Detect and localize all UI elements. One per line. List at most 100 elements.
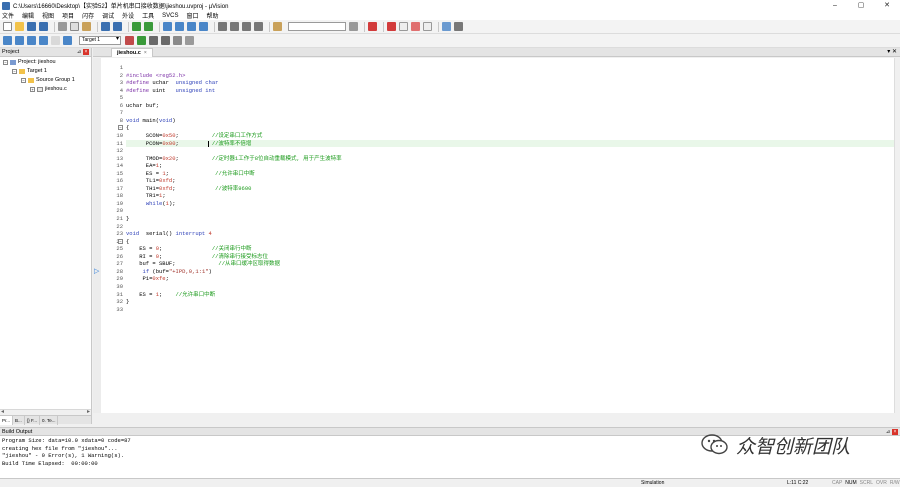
stop-build-icon[interactable] [51,36,60,45]
kill-bp-icon[interactable] [411,22,420,31]
target-select[interactable]: Target 1 [79,36,121,45]
code-line[interactable]: { [126,124,894,132]
indent-icon[interactable] [218,22,227,31]
menu-item-1[interactable]: 编辑 [22,11,34,20]
menu-item-5[interactable]: 调试 [102,11,114,20]
close-icon[interactable]: × [892,429,898,435]
nav-forward-icon[interactable] [144,22,153,31]
pin-icon[interactable]: ⊿ [885,429,891,435]
panel-tab-1[interactable]: B... [13,416,25,425]
code-line[interactable] [126,147,894,155]
disable-bp-icon[interactable] [399,22,408,31]
prev-bookmark-icon[interactable] [175,22,184,31]
find-combo[interactable] [288,22,346,31]
code-line[interactable]: void main(void) [126,117,894,125]
code-line[interactable] [126,306,894,314]
paste-icon[interactable] [82,22,91,31]
code-line[interactable]: buf = SBUF; //从串口缓冲区取得数据 [126,260,894,268]
close-icon[interactable]: × [83,49,89,55]
menu-item-4[interactable]: 闪存 [82,11,94,20]
save-icon[interactable] [27,22,36,31]
code-line[interactable]: SCON=0x50; //设定串口工作方式 [126,132,894,140]
open-icon[interactable] [15,22,24,31]
code-line[interactable]: void serial() interrupt 4 [126,230,894,238]
unindent-icon[interactable] [230,22,239,31]
copy-icon[interactable] [70,22,79,31]
code-line[interactable]: uchar buf; [126,102,894,110]
tree-item-2[interactable]: − Source Group 1 [21,77,75,83]
breakpoint-gutter[interactable]: ▷ [93,58,101,413]
rebuild-icon[interactable] [27,36,36,45]
nav-back-icon[interactable] [132,22,141,31]
tree-item-3[interactable]: + jieshou.c [30,86,67,92]
close-icon[interactable]: ✕ [874,0,900,11]
maximize-icon[interactable]: ▢ [848,0,874,11]
build-icon[interactable] [15,36,24,45]
runtime-env-icon[interactable] [185,36,194,45]
menu-item-3[interactable]: 项目 [62,11,74,20]
panel-tab-3[interactable]: 0. Te... [40,416,59,425]
undo-icon[interactable] [101,22,110,31]
menu-item-6[interactable]: 外设 [122,11,134,20]
code-line[interactable]: TL1=0xfd; [126,177,894,185]
menu-item-2[interactable]: 视图 [42,11,54,20]
code-line[interactable]: if (buf="+IPD,0,1:1") [126,268,894,276]
tab-close-icon[interactable]: × [144,49,147,58]
new-file-icon[interactable] [3,22,12,31]
tree-expander-icon[interactable]: − [12,68,17,74]
panel-tab-0[interactable]: Pr... [0,416,14,425]
tree-expander-icon[interactable]: − [21,77,26,83]
cut-icon[interactable] [58,22,67,31]
select-packs-icon[interactable] [161,36,170,45]
menu-item-10[interactable]: 帮助 [206,11,218,20]
code-line[interactable] [126,94,894,102]
menu-item-7[interactable]: 工具 [142,11,154,20]
tree-item-0[interactable]: − Project: jieshou [3,59,56,65]
tree-item-1[interactable]: − Target 1 [12,68,47,74]
code-line[interactable]: ES = 1; //允许串口中断 [126,291,894,299]
translate-icon[interactable] [3,36,12,45]
fold-toggle-icon[interactable]: − [118,125,123,131]
download-icon[interactable] [63,36,72,45]
target-options-icon[interactable] [125,36,134,45]
minimize-icon[interactable]: – [822,0,848,11]
tab-list-and-close-icons[interactable]: ▾ ✕ [887,48,897,57]
window-layout-icon[interactable] [442,22,451,31]
code-line[interactable] [126,283,894,291]
code-line[interactable]: TMOD=0x20; //定时器1工作于8位自动重载模式, 用于产生波特率 [126,155,894,163]
panel-tab-2[interactable]: {} F... [25,416,41,425]
code-line[interactable]: ES = 1; //允许串口中断 [126,170,894,178]
code-line[interactable]: #include <reg52.h> [126,72,894,80]
pin-icon[interactable]: ⊿ [76,49,82,55]
tree-expander-icon[interactable]: − [3,59,8,65]
tree-expander-icon[interactable]: + [30,86,35,92]
code-line[interactable]: PCON=0x00; //波特率不倍增 [126,139,894,147]
code-line[interactable]: while(1); [126,200,894,208]
code-line[interactable]: } [126,298,894,306]
code-line[interactable] [126,207,894,215]
bookmark-icon[interactable] [163,22,172,31]
code-editor[interactable]: ▷ 123456789−1011121314151617181920212223… [93,58,900,413]
comment-icon[interactable] [242,22,251,31]
clear-bookmarks-icon[interactable] [199,22,208,31]
fold-toggle-icon[interactable]: − [118,238,123,244]
tab-jieshou-c[interactable]: jieshou.c × [111,48,153,57]
code-line[interactable]: TR1=1; [126,192,894,200]
vertical-scrollbar[interactable] [894,58,900,413]
find-in-files-icon[interactable] [273,22,282,31]
manage-components-icon[interactable] [149,36,158,45]
code-line[interactable]: TH1=0xfd; //波特率9600 [126,185,894,193]
pack-installer-icon[interactable] [173,36,182,45]
save-all-icon[interactable] [39,22,48,31]
code-line[interactable]: #define uint unsigned int [126,87,894,95]
code-area[interactable]: #include <reg52.h> #define uchar unsigned… [126,58,894,413]
code-line[interactable]: #define uchar unsigned char [126,79,894,87]
find-icon[interactable] [349,22,358,31]
next-bookmark-icon[interactable] [187,22,196,31]
uncomment-icon[interactable] [254,22,263,31]
code-line[interactable]: } [126,215,894,223]
code-line[interactable]: EA=1; [126,162,894,170]
disable-all-bp-icon[interactable] [423,22,432,31]
file-extensions-icon[interactable] [137,36,146,45]
config-icon[interactable] [454,22,463,31]
